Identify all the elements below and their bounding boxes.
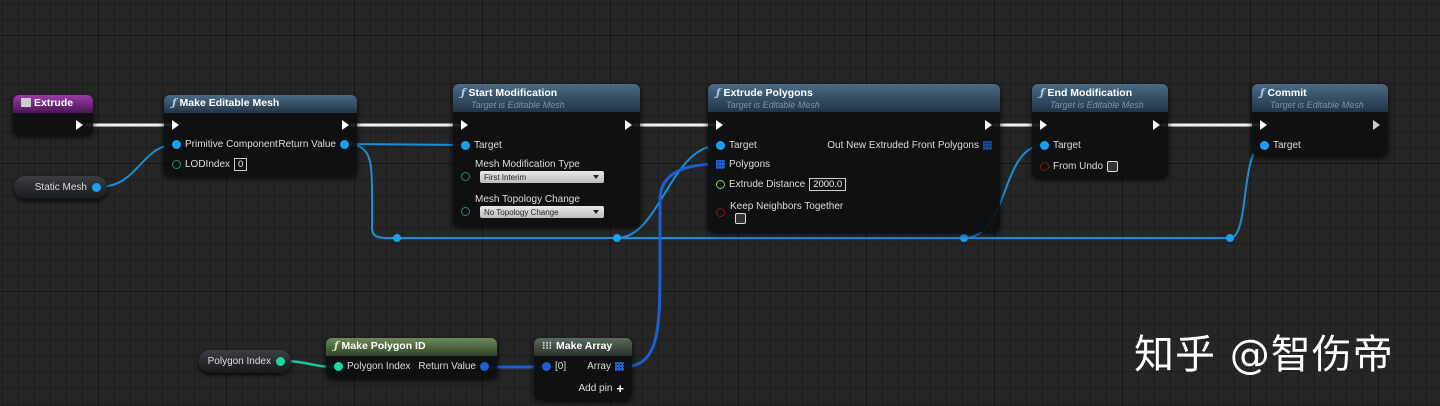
reroute-node <box>393 234 401 242</box>
chevron-down-icon <box>593 175 599 179</box>
chevron-down-icon <box>593 210 599 214</box>
exec-in-pin[interactable] <box>1260 120 1267 130</box>
function-icon: ƒ <box>716 87 721 99</box>
int-pin[interactable] <box>334 362 343 371</box>
node-make-polygon-id[interactable]: ƒ Make Polygon ID Polygon Index Return Va… <box>326 338 497 378</box>
from-undo-checkbox[interactable] <box>1107 161 1119 172</box>
bool-pin[interactable] <box>716 208 725 217</box>
lod-index-input[interactable]: 0 <box>234 158 248 171</box>
node-extrude-polygons[interactable]: ƒ Extrude Polygons Target is Editable Mesh… <box>708 84 1000 232</box>
exec-out-pin[interactable] <box>1153 120 1160 130</box>
node-end-modification[interactable]: ƒ End Modification Target is Editable Mesh… <box>1032 84 1168 178</box>
exec-out-pin[interactable] <box>342 120 349 130</box>
object-pin[interactable] <box>1040 141 1049 150</box>
reroute-node <box>960 234 968 242</box>
array-pin[interactable] <box>983 141 992 150</box>
int-pin[interactable] <box>172 160 181 169</box>
object-pin[interactable] <box>340 140 349 149</box>
node-make-array[interactable]: ⁝⁝⁝ Make Array [0] Array Add pin + <box>534 338 632 400</box>
exec-in-pin[interactable] <box>716 120 723 130</box>
function-icon: ƒ <box>461 87 466 99</box>
event-node-extrude[interactable]: Extrude <box>13 95 93 135</box>
function-icon: ƒ <box>334 340 339 352</box>
node-make-editable-mesh[interactable]: ƒ Make Editable Mesh Primitive Component … <box>164 95 357 176</box>
mesh-topology-change-dropdown[interactable]: No Topology Change <box>480 206 604 218</box>
reroute-node <box>1226 234 1234 242</box>
int-pin[interactable] <box>276 357 285 366</box>
object-pin[interactable] <box>461 141 470 150</box>
exec-out-pin[interactable] <box>1373 120 1380 130</box>
node-start-modification[interactable]: ƒ Start Modification Target is Editable Me… <box>453 84 640 226</box>
float-pin[interactable] <box>716 180 725 189</box>
array-pin[interactable] <box>716 160 725 169</box>
plus-icon: + <box>616 381 624 396</box>
watermark: 知乎 @智伤帝 <box>1134 332 1394 378</box>
array-icon: ⁝⁝⁝ <box>542 340 553 352</box>
object-pin[interactable] <box>172 140 181 149</box>
keep-neighbors-checkbox[interactable] <box>735 213 746 224</box>
data-wire <box>1229 144 1265 239</box>
enum-pin[interactable] <box>461 172 470 181</box>
data-wire <box>344 143 466 146</box>
variable-polygon-index[interactable]: Polygon Index <box>199 350 291 373</box>
exec-in-pin[interactable] <box>461 120 468 130</box>
node-commit[interactable]: ƒ Commit Target is Editable Mesh Target <box>1252 84 1388 156</box>
object-pin[interactable] <box>716 141 725 150</box>
function-icon: ƒ <box>172 97 177 109</box>
struct-pin[interactable] <box>480 362 489 371</box>
enum-pin[interactable] <box>461 207 470 216</box>
object-pin[interactable] <box>92 183 101 192</box>
exec-out-pin[interactable] <box>76 120 83 130</box>
bool-pin[interactable] <box>1040 162 1049 171</box>
variable-static-mesh[interactable]: Static Mesh <box>14 176 107 199</box>
function-icon: ƒ <box>1260 87 1265 99</box>
extrude-distance-input[interactable]: 2000.0 <box>809 178 847 191</box>
reroute-node <box>613 234 621 242</box>
exec-out-pin[interactable] <box>985 120 992 130</box>
exec-in-pin[interactable] <box>1040 120 1047 130</box>
function-icon: ƒ <box>1040 87 1045 99</box>
struct-pin[interactable] <box>542 362 551 371</box>
add-pin-button[interactable]: Add pin + <box>578 381 624 396</box>
exec-in-pin[interactable] <box>172 120 179 130</box>
object-pin[interactable] <box>1260 141 1269 150</box>
exec-out-pin[interactable] <box>625 120 632 130</box>
event-icon <box>21 98 31 107</box>
array-pin[interactable] <box>615 362 624 371</box>
mesh-modification-type-dropdown[interactable]: First Interim <box>480 171 604 183</box>
